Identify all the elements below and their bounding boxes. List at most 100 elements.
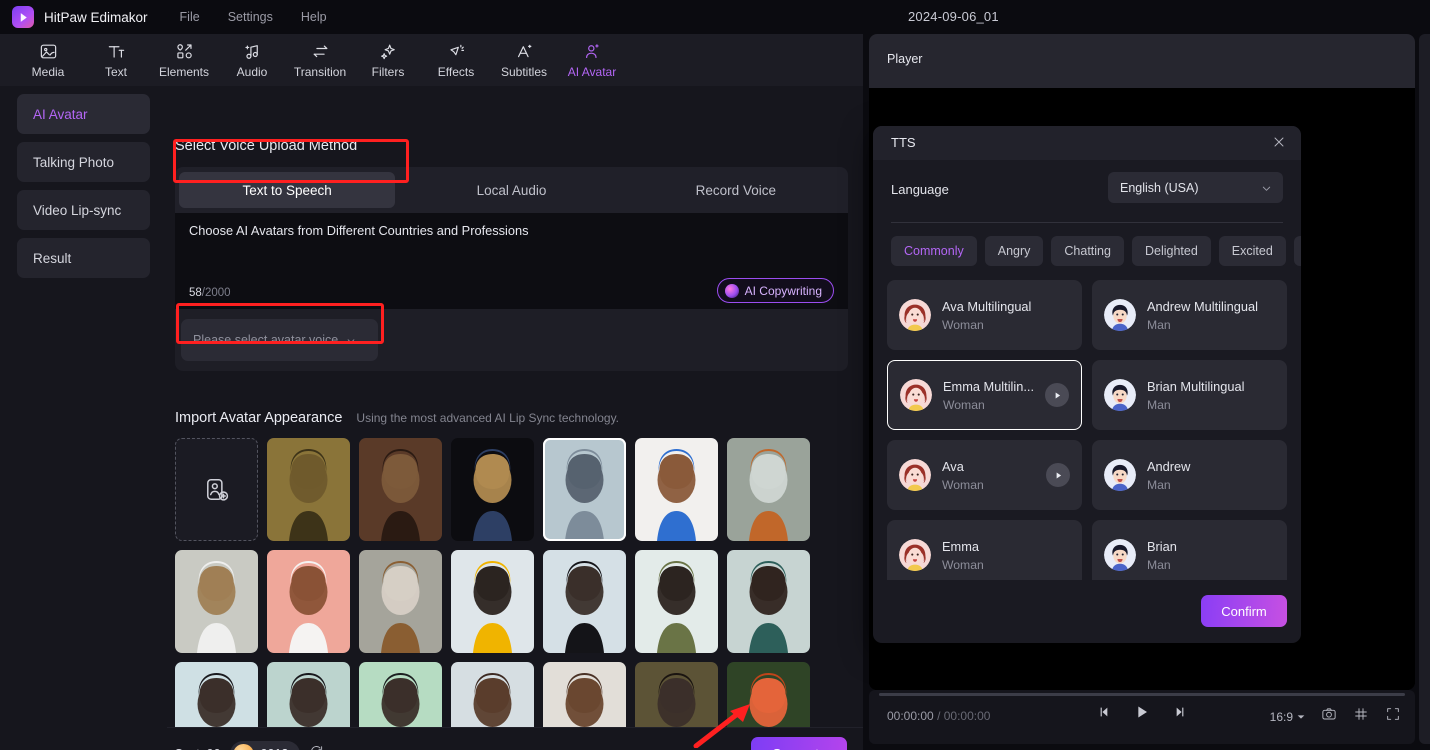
- emotion-chip-delighted[interactable]: Delighted: [1131, 236, 1211, 266]
- confirm-button[interactable]: Confirm: [1201, 595, 1287, 627]
- tab-local-audio-label: Local Audio: [476, 182, 547, 198]
- emotion-chip-excited[interactable]: Excited: [1218, 236, 1286, 266]
- ai-copywriting-button[interactable]: AI Copywriting: [716, 278, 834, 303]
- aspect-ratio-selector[interactable]: 16:9: [1270, 710, 1305, 724]
- tab-ai-avatar[interactable]: AI Avatar: [558, 34, 626, 86]
- avatar-thumb-cartoon-girl-glasses[interactable]: [543, 438, 626, 541]
- menu-file[interactable]: File: [180, 10, 200, 24]
- avatar-thumb-mona-lisa[interactable]: [267, 438, 350, 541]
- voice-card[interactable]: Ava Multilingual Woman: [887, 280, 1082, 350]
- avatar-thumb-cartoon-boy-blue-hoodie[interactable]: [635, 438, 718, 541]
- tab-effects[interactable]: Effects: [422, 34, 490, 86]
- tab-audio[interactable]: Audio: [218, 34, 286, 86]
- avatar-thumb-girl-with-pearl-earring[interactable]: [451, 438, 534, 541]
- avatar-thumb-woman-olive-shirt[interactable]: [635, 550, 718, 653]
- sidebar-item-result[interactable]: Result: [17, 238, 150, 278]
- voice-card[interactable]: Emma Woman: [887, 520, 1082, 580]
- avatar-portrait: [727, 438, 810, 541]
- filters-icon: [379, 42, 398, 62]
- sidebar-item-video-lip-sync[interactable]: Video Lip-sync: [17, 190, 150, 230]
- import-avatar-button[interactable]: [175, 438, 258, 541]
- char-count: 58: [189, 287, 202, 299]
- avatar-thumb-woman-row3-2[interactable]: [267, 662, 350, 727]
- avatar-thumb-woman-row3-5[interactable]: [543, 662, 626, 727]
- voice-card[interactable]: Emma Multilin... Woman: [887, 360, 1082, 430]
- sidebar-item-ai-avatar[interactable]: AI Avatar: [17, 94, 150, 134]
- play-icon[interactable]: [1046, 463, 1070, 487]
- avatar-thumb-redhead-woman[interactable]: [727, 438, 810, 541]
- next-frame-icon[interactable]: [1172, 705, 1186, 724]
- voice-list: Ava Multilingual Woman Andrew Multilingual…: [887, 280, 1287, 580]
- app-window: HitPaw Edimakor File Settings Help 2024-…: [0, 0, 1430, 750]
- voice-card[interactable]: Brian Man: [1092, 520, 1287, 580]
- emotion-chip-angry[interactable]: Angry: [984, 236, 1044, 266]
- avatar-thumb-woman-row3-4[interactable]: [451, 662, 534, 727]
- right-side-panel-edge[interactable]: [1419, 34, 1430, 744]
- avatar-thumb-woman-row3-1[interactable]: [175, 662, 258, 727]
- avatar-thumb-woman-yellow-shirt[interactable]: [451, 550, 534, 653]
- avatar-portrait: [175, 550, 258, 653]
- avatar-thumb-woman-black-top[interactable]: [543, 550, 626, 653]
- tab-filters-label: Filters: [371, 64, 405, 79]
- avatar-thumb-woman-pink-background[interactable]: [267, 550, 350, 653]
- play-icon[interactable]: [1134, 704, 1150, 725]
- emotion-chip-label: Commonly: [904, 244, 964, 258]
- avatar-thumb-woman-row3-3[interactable]: [359, 662, 442, 727]
- avatar-thumb-woman-teal-dress[interactable]: [727, 550, 810, 653]
- tab-local-audio[interactable]: Local Audio: [403, 172, 619, 208]
- tab-filters[interactable]: Filters: [354, 34, 422, 86]
- tab-transition[interactable]: Transition: [286, 34, 354, 86]
- tts-textarea[interactable]: Choose AI Avatars from Different Countri…: [175, 213, 848, 309]
- tab-media[interactable]: Media: [14, 34, 82, 86]
- avatar-voice-select[interactable]: Please select avatar voice: [181, 319, 378, 361]
- menu-help[interactable]: Help: [301, 10, 327, 24]
- avatar-thumb-woman-row3-6[interactable]: [635, 662, 718, 727]
- avatar-thumb-woman-row3-7-red[interactable]: [727, 662, 810, 727]
- voice-gender: Woman: [942, 477, 984, 492]
- voice-card[interactable]: Ava Woman: [887, 440, 1082, 510]
- avatar-thumb-shakespeare[interactable]: [359, 438, 442, 541]
- chevron-down-icon: [1261, 183, 1271, 193]
- app-logo-icon: [12, 6, 34, 28]
- tts-dialog-title: TTS: [891, 135, 916, 150]
- tab-transition-label: Transition: [293, 64, 347, 79]
- voice-gender: Man: [1147, 557, 1171, 572]
- emotion-more-button[interactable]: [1293, 236, 1301, 266]
- tab-text-label: Text: [104, 64, 127, 79]
- avatar-voice-placeholder: Please select avatar voice: [193, 333, 339, 347]
- woman-avatar-icon: [899, 299, 931, 331]
- voice-card[interactable]: Andrew Multilingual Man: [1092, 280, 1287, 350]
- snapshot-icon[interactable]: [1321, 706, 1337, 727]
- tab-text[interactable]: Text: [82, 34, 150, 86]
- sidebar-item-talking-photo[interactable]: Talking Photo: [17, 142, 150, 182]
- language-label: Language: [891, 182, 949, 197]
- voice-card-text: Brian Man: [1147, 539, 1177, 572]
- generate-button[interactable]: Generate: [751, 737, 847, 750]
- voice-gender: Woman: [942, 557, 984, 572]
- avatar-thumb-woman-white-shirt-1[interactable]: [175, 550, 258, 653]
- avatar-thumb-woman-brown-coat[interactable]: [359, 550, 442, 653]
- player-scrubber[interactable]: [879, 693, 1405, 696]
- emotion-chip-chatting[interactable]: Chatting: [1051, 236, 1124, 266]
- elements-icon: [175, 42, 194, 62]
- tab-elements[interactable]: Elements: [150, 34, 218, 86]
- emotion-chip-label: Angry: [997, 244, 1031, 258]
- fullscreen-icon[interactable]: [1385, 706, 1401, 727]
- voice-card[interactable]: Brian Multilingual Man: [1092, 360, 1287, 430]
- refresh-icon[interactable]: [309, 744, 324, 750]
- close-icon[interactable]: [1271, 134, 1287, 150]
- prev-frame-icon[interactable]: [1098, 705, 1112, 724]
- emotion-chip-commonly[interactable]: Commonly: [891, 236, 977, 266]
- tab-record-voice[interactable]: Record Voice: [628, 172, 844, 208]
- voice-card[interactable]: Andrew Man: [1092, 440, 1287, 510]
- tab-subtitles[interactable]: Subtitles: [490, 34, 558, 86]
- tab-media-label: Media: [31, 64, 65, 79]
- avatar-portrait: [543, 550, 626, 653]
- grid-icon[interactable]: [1353, 706, 1369, 727]
- menu-settings[interactable]: Settings: [228, 10, 273, 24]
- tab-text-to-speech[interactable]: Text to Speech: [179, 172, 396, 208]
- play-icon[interactable]: [1045, 383, 1069, 407]
- language-select[interactable]: English (USA): [1108, 172, 1283, 203]
- avatar-portrait: [175, 662, 258, 727]
- project-title: 2024-09-06_01: [908, 9, 999, 24]
